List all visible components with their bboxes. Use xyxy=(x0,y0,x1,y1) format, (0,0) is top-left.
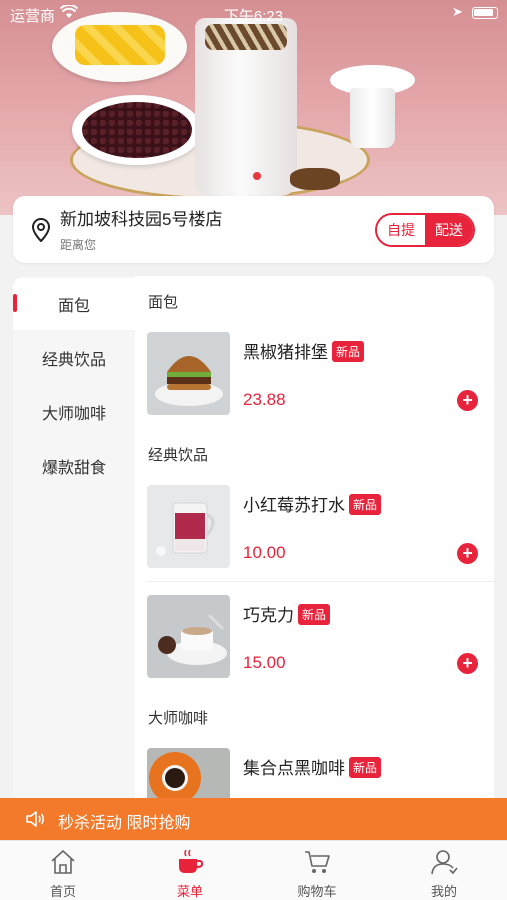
sidebar-item-bread[interactable]: 面包 xyxy=(13,278,135,330)
sidebar-item-label: 面包 xyxy=(57,298,90,315)
product-price: 15.00 xyxy=(243,653,286,672)
banner-beans xyxy=(82,102,192,158)
plus-circle-icon[interactable]: + xyxy=(457,390,478,411)
tab-profile[interactable]: 我的 xyxy=(381,841,507,900)
product-name: 巧克力 xyxy=(243,606,294,625)
sidebar-item-master-coffee[interactable]: 大师咖啡 xyxy=(13,386,135,438)
tab-label: 首页 xyxy=(49,884,76,899)
product-name: 黑椒猪排堡 xyxy=(243,343,328,362)
status-bar: 运营商 下午6:23 ➤ xyxy=(0,0,507,28)
cart-icon xyxy=(305,851,330,873)
new-badge: 新品 xyxy=(349,494,382,515)
location-arrow-icon: ➤ xyxy=(452,4,463,19)
product-item[interactable]: 巧克力 新品 15.00 + xyxy=(135,595,494,700)
section-title: 大师咖啡 xyxy=(148,710,209,727)
delivery-mode-toggle[interactable]: 自提 配送 xyxy=(375,213,475,247)
product-item[interactable]: 集合点黑咖啡 新品 xyxy=(135,748,494,801)
plus-circle-icon[interactable]: + xyxy=(457,543,478,564)
hero-banner[interactable] xyxy=(0,0,507,215)
sidebar-item-label: 爆款甜食 xyxy=(41,460,106,477)
user-icon xyxy=(431,850,458,875)
promo-banner[interactable]: 秒杀活动 限时抢购 xyxy=(0,798,507,840)
product-name-row: 小红莓苏打水 新品 xyxy=(243,491,382,516)
product-image-burger[interactable] xyxy=(147,332,230,415)
new-badge: 新品 xyxy=(298,604,331,625)
delivery-option[interactable]: 配送 xyxy=(425,215,473,245)
tab-label: 我的 xyxy=(430,884,457,899)
tab-menu[interactable]: 菜单 xyxy=(127,841,253,900)
plus-circle-icon[interactable]: + xyxy=(457,653,478,674)
tab-cart[interactable]: 购物车 xyxy=(254,841,380,900)
store-card[interactable]: 新加坡科技园5号楼店 距离您 自提 配送 xyxy=(13,196,494,263)
home-icon xyxy=(51,850,75,874)
location-pin-icon xyxy=(31,218,51,242)
store-name[interactable]: 新加坡科技园5号楼店 xyxy=(60,205,222,230)
product-image-black-coffee[interactable] xyxy=(147,748,230,801)
product-image-hot-chocolate[interactable] xyxy=(147,595,230,678)
product-price: 23.88 xyxy=(243,390,286,409)
divider xyxy=(147,581,494,582)
sidebar-item-label: 大师咖啡 xyxy=(41,406,106,423)
product-name-row: 黑椒猪排堡 新品 xyxy=(243,338,365,363)
product-name: 集合点黑咖啡 xyxy=(243,759,345,778)
speaker-icon xyxy=(26,811,45,827)
product-item[interactable]: 黑椒猪排堡 新品 23.88 + xyxy=(135,332,494,437)
banner-mango xyxy=(75,25,165,65)
clock: 下午6:23 xyxy=(223,8,284,25)
product-price: 10.00 xyxy=(243,543,286,562)
battery-icon xyxy=(472,7,498,19)
tab-bar: 首页 菜单 购物车 我的 xyxy=(0,840,507,900)
carousel-indicator[interactable] xyxy=(253,172,261,180)
product-name-row: 集合点黑咖啡 新品 xyxy=(243,754,382,779)
banner-stand-leg xyxy=(350,88,395,148)
tab-label: 购物车 xyxy=(297,884,337,899)
product-item[interactable]: 小红莓苏打水 新品 10.00 + xyxy=(135,485,494,590)
new-badge: 新品 xyxy=(349,757,382,778)
product-image-cranberry-soda[interactable] xyxy=(147,485,230,568)
section-title: 面包 xyxy=(148,294,179,311)
product-name-row: 巧克力 新品 xyxy=(243,601,331,626)
menu-panel: 面包 经典饮品 大师咖啡 爆款甜食 面包 黑椒猪排堡 新品 23.88 + 经典饮… xyxy=(13,276,494,801)
sidebar-item-desserts[interactable]: 爆款甜食 xyxy=(13,440,135,492)
cup-icon xyxy=(179,849,204,873)
sidebar-item-classic-drinks[interactable]: 经典饮品 xyxy=(13,332,135,384)
product-name: 小红莓苏打水 xyxy=(243,496,345,515)
pickup-option[interactable]: 自提 xyxy=(377,215,425,245)
tab-label: 菜单 xyxy=(176,884,203,899)
new-badge: 新品 xyxy=(332,341,365,362)
tab-home[interactable]: 首页 xyxy=(0,841,126,900)
category-sidebar: 面包 经典饮品 大师咖啡 爆款甜食 xyxy=(13,276,135,801)
promo-text: 秒杀活动 限时抢购 xyxy=(58,815,191,832)
banner-walnut xyxy=(290,168,340,190)
sidebar-item-label: 经典饮品 xyxy=(41,352,106,369)
section-title: 经典饮品 xyxy=(148,447,209,464)
store-distance: 距离您 xyxy=(60,238,97,252)
product-list[interactable]: 面包 黑椒猪排堡 新品 23.88 + 经典饮品 小红莓苏打水 新品 10.00… xyxy=(135,276,494,801)
